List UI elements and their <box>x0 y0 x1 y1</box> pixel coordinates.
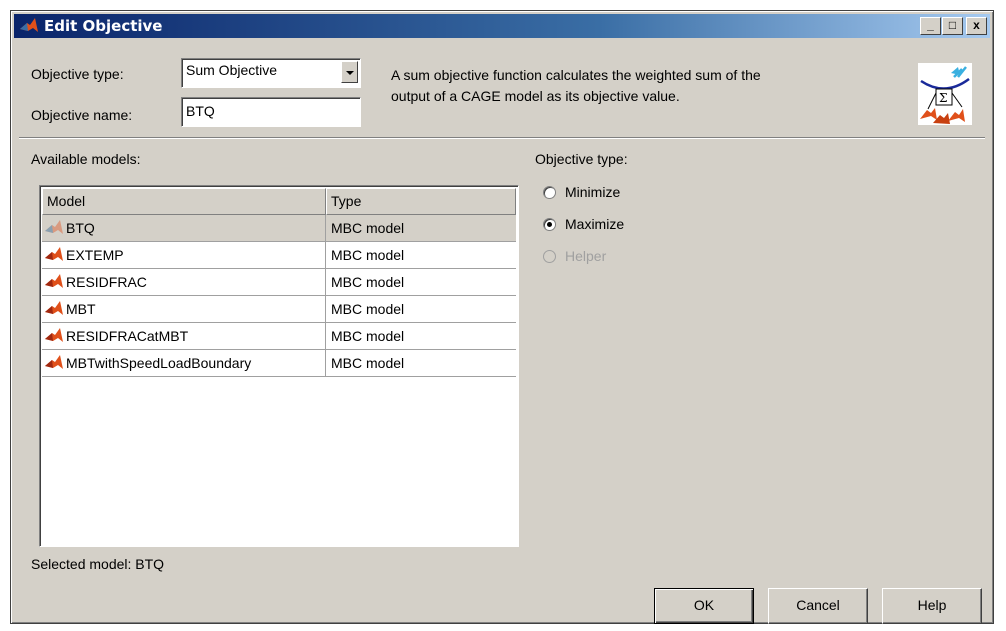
objective-name-label: Objective name: <box>31 107 133 123</box>
model-name: BTQ <box>66 220 95 236</box>
column-header-type[interactable]: Type <box>326 188 516 215</box>
available-models-label: Available models: <box>31 151 141 167</box>
model-name: RESIDFRACatMBT <box>66 328 189 344</box>
radio-button[interactable] <box>543 186 556 199</box>
table-row[interactable]: BTQ MBC model <box>42 215 516 242</box>
table-row[interactable]: RESIDFRACatMBT MBC model <box>42 323 516 350</box>
objective-description: A sum objective function calculates the … <box>391 65 871 107</box>
column-header-model[interactable]: Model <box>42 188 326 215</box>
objective-type-dropdown[interactable]: Sum Objective <box>181 58 361 88</box>
objective-name-input[interactable]: BTQ <box>181 97 361 127</box>
matlab-icon <box>20 18 38 32</box>
selected-model-text: Selected model: BTQ <box>31 556 165 572</box>
helper-label: Helper <box>565 248 607 264</box>
radio-button[interactable] <box>543 218 556 231</box>
model-icon <box>45 247 63 261</box>
window-title: Edit Objective <box>44 17 163 35</box>
model-type: MBC model <box>331 301 405 317</box>
table-row[interactable]: MBTwithSpeedLoadBoundary MBC model <box>42 350 516 377</box>
model-name: MBT <box>66 301 96 317</box>
objective-name-value: BTQ <box>186 103 215 119</box>
table-row[interactable]: RESIDFRAC MBC model <box>42 269 516 296</box>
maximize-button[interactable]: □ <box>942 17 963 35</box>
help-button[interactable]: Help <box>882 588 982 624</box>
objective-type-value: Sum Objective <box>186 62 278 78</box>
minimize-label: Minimize <box>565 184 621 200</box>
model-icon <box>45 274 63 288</box>
table-row[interactable]: EXTEMP MBC model <box>42 242 516 269</box>
model-name: RESIDFRAC <box>66 274 147 290</box>
table-header: Model Type <box>42 188 516 215</box>
svg-text:Σ: Σ <box>939 91 947 105</box>
objective-type-label: Objective type: <box>31 66 124 82</box>
description-line-1: A sum objective function calculates the … <box>391 67 761 83</box>
sum-objective-icon: Σ <box>918 63 972 125</box>
model-icon <box>45 301 63 315</box>
model-icon <box>45 355 63 369</box>
header-separator <box>19 137 985 139</box>
maximize-label: Maximize <box>565 216 625 232</box>
model-name: EXTEMP <box>66 247 124 263</box>
close-button[interactable]: x <box>966 17 987 35</box>
model-type: MBC model <box>331 220 405 236</box>
title-bar[interactable]: Edit Objective _ □ x <box>14 14 990 38</box>
minimize-button[interactable]: _ <box>920 17 941 35</box>
table-row[interactable]: MBT MBC model <box>42 296 516 323</box>
goal-label: Objective type: <box>535 151 628 167</box>
radio-button <box>543 250 556 263</box>
edit-objective-window: Edit Objective _ □ x Objective type: Sum… <box>10 10 994 624</box>
chevron-down-icon[interactable] <box>341 61 358 83</box>
model-icon <box>45 328 63 342</box>
model-type: MBC model <box>331 247 405 263</box>
models-table[interactable]: Model Type BTQ MBC model EXTEMP MBC mode… <box>39 185 519 547</box>
cancel-button[interactable]: Cancel <box>768 588 868 624</box>
description-line-2: output of a CAGE model as its objective … <box>391 88 680 104</box>
ok-button[interactable]: OK <box>654 588 754 624</box>
model-type: MBC model <box>331 355 405 371</box>
model-name: MBTwithSpeedLoadBoundary <box>66 355 252 371</box>
model-type: MBC model <box>331 328 405 344</box>
model-icon <box>45 220 63 234</box>
model-type: MBC model <box>331 274 405 290</box>
